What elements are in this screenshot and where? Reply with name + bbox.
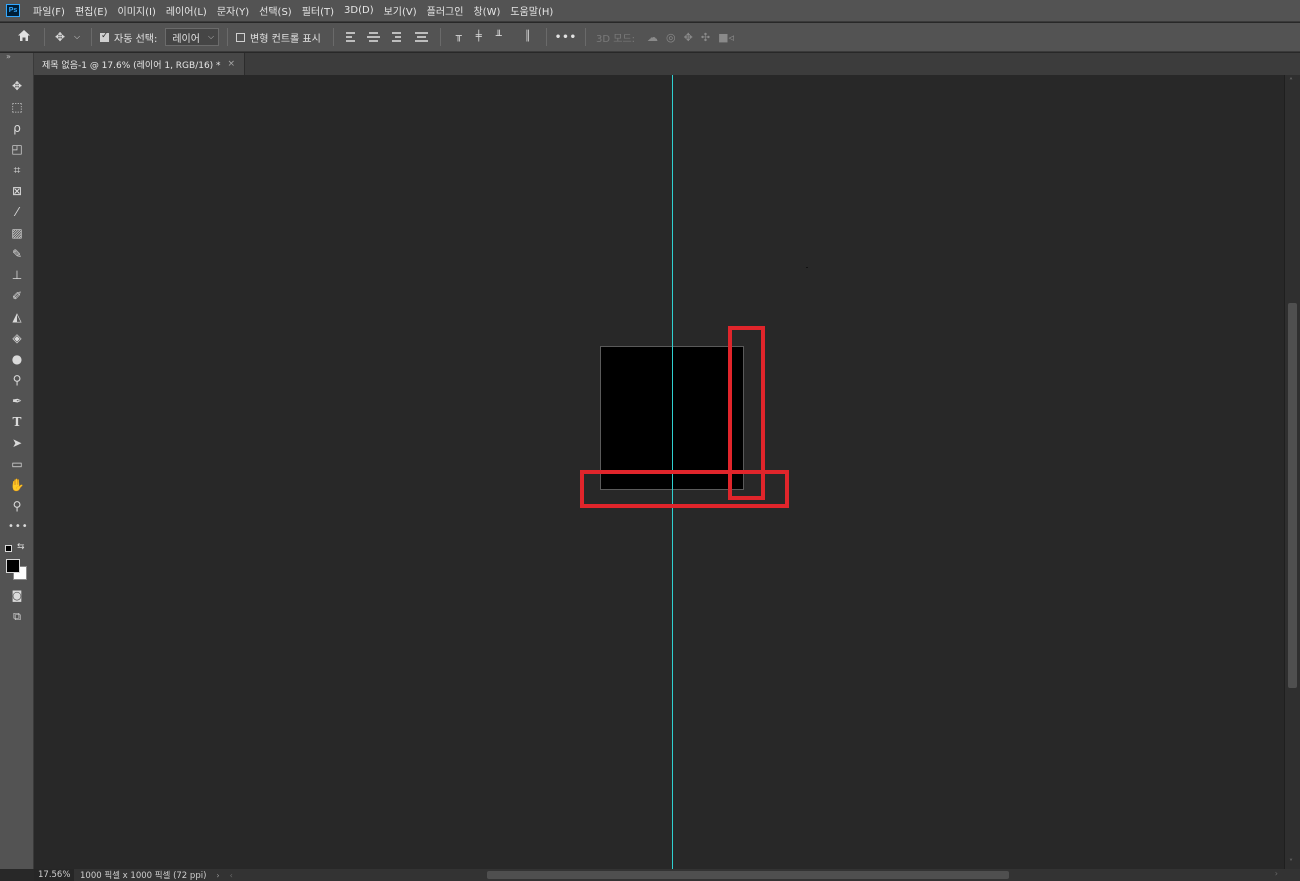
collapse-panel-icon[interactable]: » — [6, 52, 11, 61]
more-tools-icon[interactable]: ••• — [8, 519, 28, 535]
dodge-tool-icon[interactable]: ⚲ — [8, 372, 26, 388]
drag-3d-icon[interactable]: ✥ — [684, 31, 693, 44]
home-icon[interactable] — [16, 29, 32, 45]
frame-tool-icon[interactable]: ⊠ — [8, 183, 26, 199]
scroll-up-icon[interactable]: ˄ — [1289, 77, 1293, 86]
scroll-right-icon[interactable]: › — [1275, 869, 1278, 878]
move-tool-icon[interactable]: ✥ — [53, 30, 67, 44]
auto-select-checkbox[interactable] — [100, 31, 109, 42]
options-divider — [332, 28, 334, 46]
more-options-button[interactable]: ••• — [555, 32, 577, 43]
options-divider — [585, 28, 586, 46]
menu-edit[interactable]: 편집(E) — [70, 3, 113, 18]
menu-window[interactable]: 창(W) — [468, 3, 505, 18]
options-divider — [91, 28, 92, 46]
chevron-down-icon: ⌵ — [207, 32, 215, 41]
options-divider — [545, 28, 547, 46]
healing-brush-tool-icon[interactable]: ▨ — [8, 225, 26, 241]
auto-select-dropdown[interactable]: 레이어 ⌵ — [165, 28, 220, 46]
eraser-tool-icon[interactable]: ◭ — [8, 309, 26, 325]
align-left-icon[interactable] — [345, 31, 359, 44]
menu-bar: Ps 파일(F) 편집(E) 이미지(I) 레이어(L) 문자(Y) 선택(S)… — [0, 0, 1300, 22]
document-info: 1000 픽셀 x 1000 픽셀 (72 ppi) — [80, 871, 207, 881]
default-colors-icon[interactable] — [5, 545, 12, 552]
scroll-left-icon[interactable]: ‹ — [230, 871, 233, 880]
options-divider — [227, 28, 229, 46]
menu-help[interactable]: 도움말(H) — [505, 3, 558, 18]
document-tab[interactable]: 제목 없음-1 @ 17.6% (레이어 1, RGB/16) * × — [34, 53, 245, 75]
menu-file[interactable]: 파일(F) — [28, 3, 70, 18]
rectangle-tool-icon[interactable]: ▭ — [8, 456, 26, 472]
pen-tool-icon[interactable]: ✒ — [8, 393, 26, 409]
document-tab-title: 제목 없음-1 @ 17.6% (레이어 1, RGB/16) * — [42, 60, 221, 71]
marquee-tool-icon[interactable]: ⬚ — [8, 99, 26, 115]
horizontal-scrollbar-thumb[interactable] — [487, 871, 1009, 879]
align-vertical-center-icon[interactable]: ╪ — [472, 30, 486, 44]
status-menu-arrow[interactable]: › — [216, 871, 219, 880]
align-right-icon[interactable] — [388, 31, 401, 44]
menu-type[interactable]: 문자(Y) — [212, 3, 254, 18]
menu-select[interactable]: 선택(S) — [254, 3, 297, 18]
align-horizontal-center-icon[interactable] — [366, 31, 380, 44]
horizontal-highlight-box — [580, 470, 789, 508]
status-bar: 17.56% 1000 픽셀 x 1000 픽셀 (72 ppi) › ‹ › — [34, 869, 1300, 881]
slide-3d-icon[interactable]: ✣ — [701, 31, 710, 44]
path-select-tool-icon[interactable]: ➤ — [8, 435, 26, 451]
swap-colors-icon[interactable]: ⇆ — [17, 542, 25, 552]
scroll-down-icon[interactable]: ˅ — [1289, 858, 1293, 867]
document-tab-bar: 제목 없음-1 @ 17.6% (레이어 1, RGB/16) * × — [34, 53, 1300, 75]
align-top-icon[interactable]: ╥ — [452, 30, 466, 44]
show-transform-checkbox[interactable] — [236, 32, 246, 42]
tools-panel: » ✥ ⬚ ρ ◰ ⌗ ⊠ ⁄ ▨ ✎ ⊥ ✐ ◭ ◈ ● ⚲ ✒ T ➤ ▭ … — [0, 52, 34, 869]
hand-tool-icon[interactable]: ✋ — [8, 477, 26, 493]
eyedropper-tool-icon[interactable]: ⁄ — [8, 204, 26, 220]
distribute-horizontal-icon[interactable]: ║ — [521, 30, 535, 44]
menu-image[interactable]: 이미지(I) — [113, 3, 161, 18]
move-tool-icon[interactable]: ✥ — [8, 78, 26, 94]
align-bottom-icon[interactable]: ╨ — [492, 30, 506, 44]
options-divider — [439, 28, 441, 46]
object-select-tool-icon[interactable]: ◰ — [8, 141, 26, 157]
scale-3d-icon[interactable]: ■◃ — [718, 31, 734, 44]
zoom-tool-icon[interactable]: ⚲ — [8, 498, 26, 514]
menu-view[interactable]: 보기(V) — [379, 3, 422, 18]
vertical-scrollbar-thumb[interactable] — [1288, 303, 1297, 688]
auto-select-value: 레이어 — [172, 33, 200, 45]
quick-mask-icon[interactable]: ◙ — [8, 588, 26, 604]
options-bar: ✥ ⌵ 자동 선택: 레이어 ⌵ 변형 컨트롤 표시 ╥ ╪ ╨ ║ ••• 3… — [0, 23, 1300, 52]
screen-mode-icon[interactable]: ⧉ — [8, 609, 26, 625]
3d-mode-label: 3D 모드: — [596, 33, 636, 45]
type-tool-icon[interactable]: T — [8, 414, 26, 430]
paint-bucket-tool-icon[interactable]: ◈ — [8, 330, 26, 346]
blur-tool-icon[interactable]: ● — [8, 351, 26, 367]
menu-filter[interactable]: 필터(T) — [297, 3, 339, 18]
chevron-down-icon[interactable]: ⌵ — [71, 30, 83, 44]
show-transform-label: 변형 컨트롤 표시 — [250, 33, 321, 45]
auto-select-label: 자동 선택: — [114, 33, 158, 45]
canvas-area[interactable] — [34, 75, 1284, 869]
clone-stamp-tool-icon[interactable]: ⊥ — [8, 267, 26, 283]
menu-layer[interactable]: 레이어(L) — [161, 3, 212, 18]
menu-3d[interactable]: 3D(D) — [339, 5, 379, 16]
foreground-color-swatch[interactable] — [6, 559, 20, 573]
vertical-scrollbar[interactable]: ˄ ˅ — [1284, 75, 1300, 869]
close-icon[interactable]: × — [228, 59, 236, 69]
orbit-3d-icon[interactable]: ☁ — [647, 31, 658, 44]
photoshop-logo-icon: Ps — [6, 4, 20, 17]
roll-3d-icon[interactable]: ◎ — [666, 31, 676, 44]
zoom-level-field[interactable]: 17.56% — [34, 869, 74, 881]
history-brush-tool-icon[interactable]: ✐ — [8, 288, 26, 304]
lasso-tool-icon[interactable]: ρ — [8, 120, 26, 136]
menu-plugins[interactable]: 플러그인 — [422, 3, 469, 18]
distribute-vertical-icon[interactable] — [414, 31, 428, 44]
brush-tool-icon[interactable]: ✎ — [8, 246, 26, 262]
options-divider — [44, 28, 45, 46]
crop-tool-icon[interactable]: ⌗ — [8, 162, 26, 178]
canvas-speck — [806, 267, 808, 268]
